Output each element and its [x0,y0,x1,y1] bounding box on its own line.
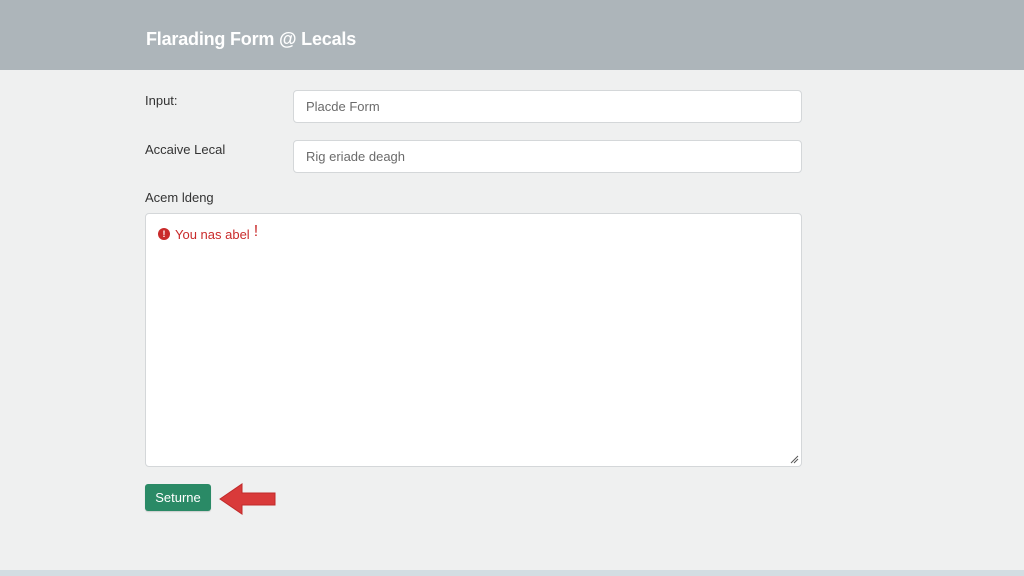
page-header: Flarading Form @ Lecals [0,0,1024,70]
error-icon: ! [158,228,170,240]
error-text: You nas abel [175,226,250,242]
page-title: Flarading Form @ Lecals [146,29,357,49]
submit-button[interactable]: Seturne [145,484,211,511]
textarea-label: Acem ldeng [145,190,214,205]
accaive-lecal-field[interactable] [293,140,802,173]
arrow-left-icon [219,483,276,515]
resize-handle-icon[interactable] [789,454,799,464]
input-field[interactable] [293,90,802,123]
textarea-container: ! You nas abel ! [145,213,802,467]
footer-strip [0,570,1024,576]
error-exclamation: ! [253,223,259,240]
input-label: Input: [145,93,178,108]
accaive-lecal-label: Accaive Lecal [145,142,226,157]
message-textarea[interactable] [146,214,801,466]
error-message: ! You nas abel ! [158,223,259,243]
